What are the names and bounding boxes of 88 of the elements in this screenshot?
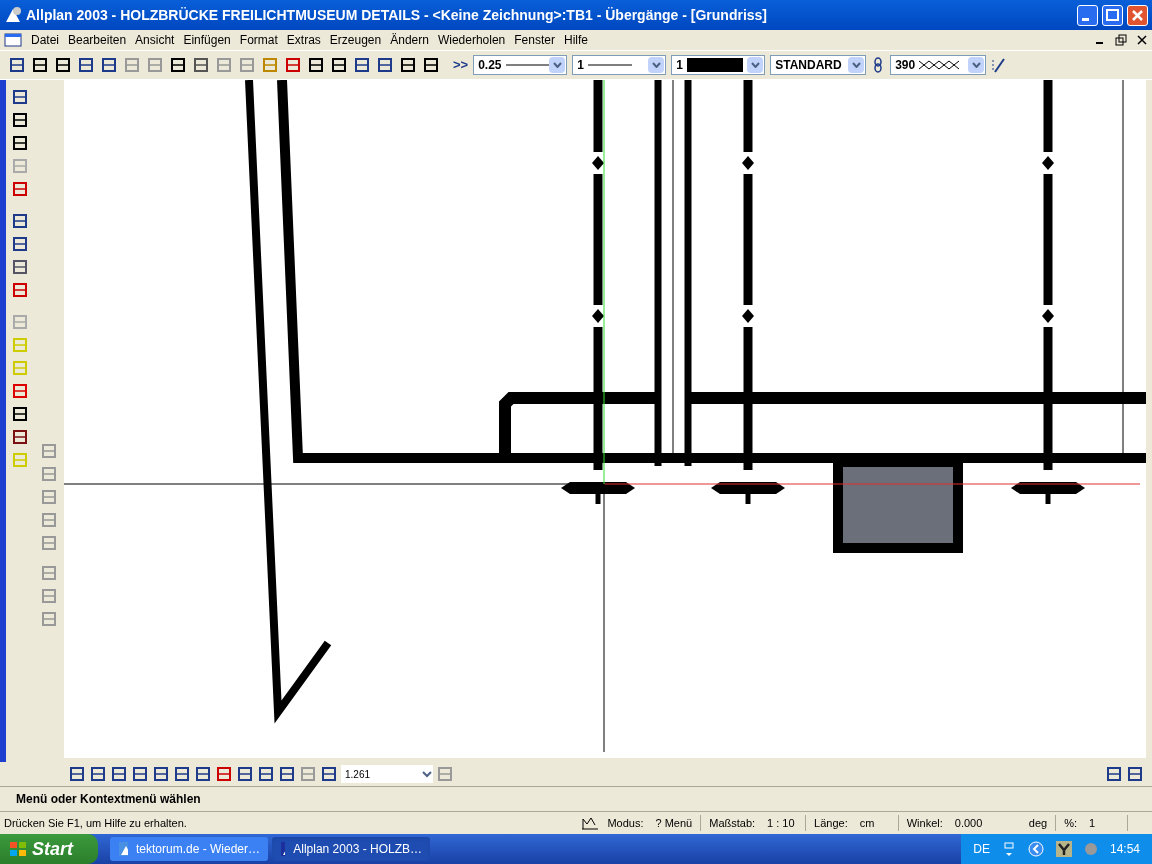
mode-icon [581, 816, 600, 830]
status-label: Maßstab: [709, 815, 756, 831]
status-label: Winkel: [906, 815, 943, 831]
toolbar-tool-icon[interactable] [330, 56, 348, 74]
line-type-dropdown[interactable]: 1 [572, 55, 667, 75]
color-swatch [686, 58, 743, 72]
view-tool-icon[interactable] [236, 765, 254, 783]
menu-item[interactable]: Fenster [514, 31, 555, 49]
view-tool-icon[interactable] [110, 765, 128, 783]
clock: 14:54 [1109, 841, 1140, 858]
toolbar-tool-icon[interactable] [422, 56, 440, 74]
drawing-tool-icon[interactable] [11, 134, 29, 152]
edit-tool-icon[interactable] [11, 281, 29, 299]
toolbar-tool-icon[interactable] [100, 56, 118, 74]
view-tool-icon[interactable] [278, 765, 296, 783]
cad-canvas[interactable] [64, 80, 1146, 758]
maximize-button[interactable] [1102, 4, 1123, 26]
app-logo-icon [4, 6, 22, 24]
toolbar-tool-icon[interactable] [399, 56, 417, 74]
drawing-tool-icon[interactable] [11, 111, 29, 129]
zoom-dropdown[interactable]: 1.261 [341, 765, 433, 783]
view-tool-icon[interactable] [257, 765, 275, 783]
line-sample-icon [587, 63, 632, 67]
close-icon[interactable] [1136, 34, 1148, 46]
status-label: %: [1064, 815, 1077, 831]
layer-dropdown[interactable]: STANDARD [770, 55, 867, 75]
status-label: Modus: [607, 815, 644, 831]
edit-tool-icon[interactable] [11, 212, 29, 230]
view-tool-icon[interactable] [215, 765, 233, 783]
edit-tool-icon[interactable] [11, 235, 29, 253]
view-tool-icon[interactable] [131, 765, 149, 783]
status-value: 1 : 10 [767, 815, 796, 831]
toolbar-tool-icon[interactable] [169, 56, 187, 74]
toolbar-tool-icon[interactable] [31, 56, 49, 74]
view-tool-icon[interactable] [173, 765, 191, 783]
line-sample-icon [505, 63, 550, 67]
close-button[interactable] [1127, 4, 1148, 26]
menu-item[interactable]: Hilfe [563, 31, 588, 49]
pen-thickness-dropdown[interactable]: 0.25 [473, 55, 568, 75]
menu-item[interactable]: Format [239, 31, 278, 49]
minimize-button[interactable] [1077, 4, 1098, 26]
taskbar-button[interactable]: tektorum.de - Wieder… [110, 837, 268, 861]
dropdown-arrow-icon[interactable] [549, 57, 566, 73]
toolbar-tool-icon[interactable] [307, 56, 325, 74]
edit-tool-icon[interactable] [11, 258, 29, 276]
more-button[interactable]: >> [453, 55, 469, 75]
architecture-tool-icon[interactable] [11, 428, 29, 446]
drawing-tool-icon[interactable] [11, 88, 29, 106]
menu-item[interactable]: Bearbeiten [68, 31, 127, 49]
taskbar-button[interactable]: Allplan 2003 - HOLZB… [272, 837, 430, 861]
status-unit: deg [1028, 815, 1048, 831]
menu-item[interactable]: Extras [286, 31, 321, 49]
status-value: 1 [1089, 815, 1097, 831]
tray-app-icon[interactable] [1055, 841, 1072, 857]
menu-item[interactable]: Erzeugen [329, 31, 382, 49]
toolbar-tool-icon[interactable] [8, 56, 26, 74]
minimize-icon [1082, 17, 1089, 21]
view-tool-icon[interactable] [89, 765, 107, 783]
view-tool-icon[interactable] [68, 765, 86, 783]
restore-icon[interactable] [1115, 34, 1127, 46]
chevron-left-icon[interactable] [1027, 841, 1044, 857]
status-label: Länge: [814, 815, 848, 831]
windows-logo-icon [8, 840, 28, 858]
toolbar-tool-icon[interactable] [376, 56, 394, 74]
view-tool-icon[interactable] [152, 765, 170, 783]
menu-item[interactable]: Ändern [390, 31, 429, 49]
command-prompt: Menü oder Kontextmenü wählen [16, 791, 201, 808]
view-tool-icon[interactable] [194, 765, 212, 783]
hatch-dropdown[interactable]: 390 [890, 55, 987, 75]
architecture-tool-icon[interactable] [11, 405, 29, 423]
color-dropdown[interactable]: 1 [671, 55, 766, 75]
toolbar-tool-icon[interactable] [192, 56, 210, 74]
toolbar-tool-icon[interactable] [77, 56, 95, 74]
menu-item[interactable]: Einfügen [183, 31, 231, 49]
pencil-icon[interactable] [991, 56, 1008, 74]
menu-item[interactable]: Ansicht [135, 31, 175, 49]
toolbar-tool-icon[interactable] [54, 56, 72, 74]
menu-item[interactable]: Wiederholen [437, 31, 506, 49]
view-tool-icon[interactable] [320, 765, 338, 783]
status-value: 0.000 [954, 815, 984, 831]
toolbar-tool-icon[interactable] [353, 56, 371, 74]
help-text: Drücken Sie F1, um Hilfe zu erhalten. [4, 815, 187, 831]
window-title: Allplan 2003 - HOLZBRÜCKE FREILICHTMUSEUM DETAILS - <Keine Zeichnung>:TB1 - Übergänge - [Grundriss] [26, 5, 767, 25]
menu-item[interactable]: Datei [31, 31, 59, 49]
status-value: cm [859, 815, 876, 831]
start-button[interactable]: Start [0, 834, 98, 864]
status-value: ? Menü [655, 815, 693, 831]
document-icon[interactable] [4, 33, 22, 47]
